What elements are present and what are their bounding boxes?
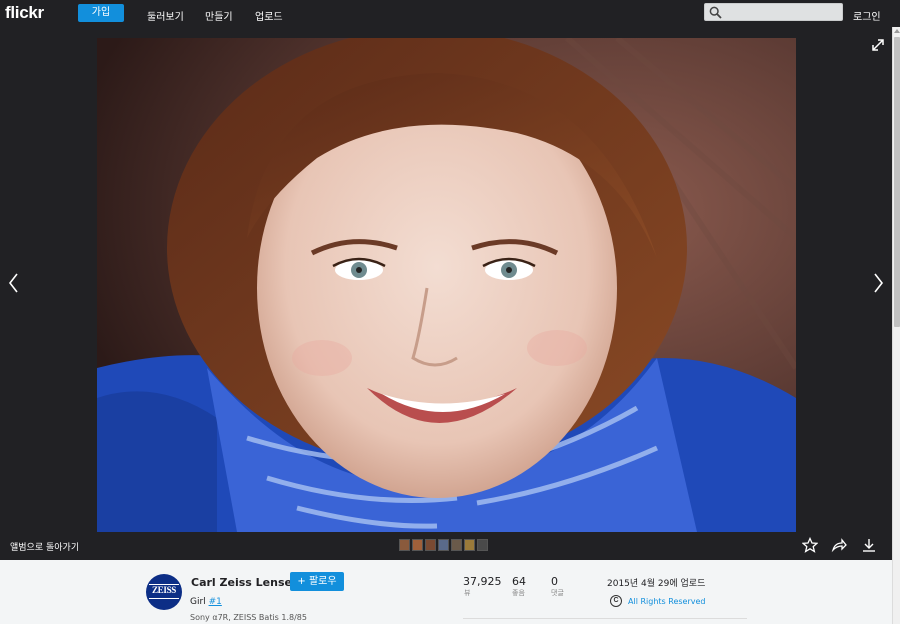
- photo-info-panel: ZEISS Carl Zeiss Lenses + 팔로우 Girl #1 So…: [0, 560, 892, 624]
- scroll-up-arrow-icon[interactable]: [894, 29, 900, 33]
- favorite-star-icon[interactable]: [802, 537, 818, 553]
- search-input[interactable]: [704, 3, 843, 21]
- follow-button[interactable]: + 팔로우: [290, 572, 344, 591]
- filmstrip-thumb[interactable]: [438, 539, 449, 551]
- owner-avatar[interactable]: ZEISS: [146, 574, 182, 610]
- login-link[interactable]: 로그인: [853, 8, 881, 23]
- photo-viewer: 앨범으로 돌아가기: [0, 27, 892, 560]
- top-nav: flickr 가입 둘러보기 만들기 업로드 로그인: [0, 0, 900, 27]
- stat-views-label: 뷰: [464, 589, 471, 597]
- avatar-logo-text: ZEISS: [151, 585, 177, 595]
- avatar-line: [149, 598, 179, 599]
- next-photo-icon[interactable]: [868, 271, 888, 295]
- fullscreen-icon[interactable]: [871, 38, 885, 52]
- search-icon: [709, 6, 722, 19]
- stat-faves-label: 좋음: [512, 589, 525, 597]
- photo-title-tag-link[interactable]: #1: [209, 597, 222, 607]
- nav-create[interactable]: 만들기: [205, 8, 233, 23]
- license-link[interactable]: All Rights Reserved: [628, 597, 705, 606]
- scroll-thumb[interactable]: [894, 37, 900, 327]
- owner-name[interactable]: Carl Zeiss Lenses: [191, 576, 299, 589]
- stat-comments-value: 0: [551, 575, 558, 588]
- photo-title-text: Girl: [190, 597, 206, 607]
- signup-button[interactable]: 가입: [78, 4, 124, 22]
- nav-upload[interactable]: 업로드: [255, 8, 283, 23]
- photo-title: Girl #1: [190, 597, 222, 607]
- stat-views-value: 37,925: [463, 575, 502, 588]
- camera-info[interactable]: Sony α7R, ZEISS Batis 1.8/85: [190, 613, 307, 622]
- filmstrip: [399, 539, 488, 551]
- filmstrip-thumb[interactable]: [412, 539, 423, 551]
- main-photo[interactable]: [97, 38, 796, 532]
- copyright-icon: C: [610, 595, 622, 607]
- stat-faves-value: 64: [512, 575, 526, 588]
- filmstrip-thumb[interactable]: [399, 539, 410, 551]
- page-scrollbar[interactable]: [892, 27, 900, 624]
- nav-explore[interactable]: 둘러보기: [147, 8, 184, 23]
- flickr-logo[interactable]: flickr: [5, 3, 44, 23]
- filmstrip-thumb[interactable]: [464, 539, 475, 551]
- filmstrip-thumb[interactable]: [425, 539, 436, 551]
- download-icon[interactable]: [861, 537, 877, 553]
- upload-date: 2015년 4월 29에 업로드: [607, 579, 706, 589]
- filmstrip-thumb[interactable]: [477, 539, 488, 551]
- share-icon[interactable]: [831, 537, 847, 553]
- stat-comments-label: 댓글: [551, 589, 564, 597]
- back-to-album-link[interactable]: 앨범으로 돌아가기: [10, 540, 79, 553]
- filmstrip-thumb[interactable]: [451, 539, 462, 551]
- prev-photo-icon[interactable]: [4, 271, 24, 295]
- divider: [463, 618, 747, 619]
